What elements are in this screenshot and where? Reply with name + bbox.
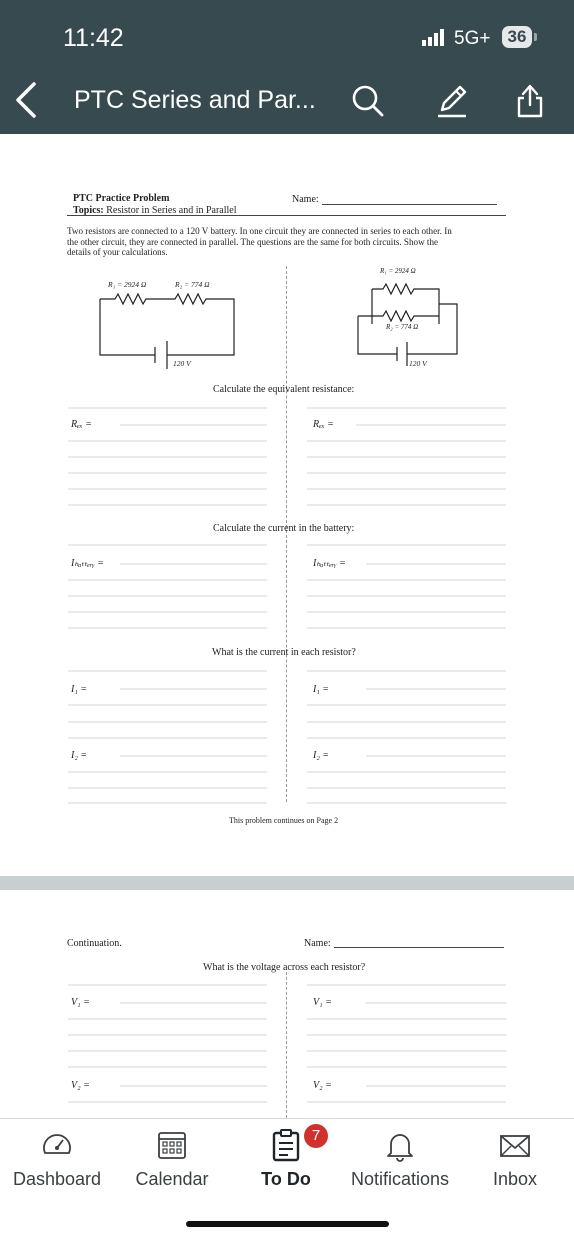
todo-count-badge: 7 <box>304 1124 328 1148</box>
tab-label-inbox: Inbox <box>492 1169 538 1189</box>
mail-icon <box>500 1135 530 1157</box>
status-time: 11:42 <box>63 24 124 52</box>
page2-name-blank <box>334 947 504 948</box>
battery-level: 36 <box>502 26 532 48</box>
tab-label-dashboard: Dashboard <box>12 1169 102 1189</box>
answer-rules-page2 <box>68 984 506 1103</box>
question-resistor-current: What is the current in each resistor? <box>212 647 356 658</box>
tab-dashboard[interactable]: Dashboard <box>0 1119 114 1209</box>
todo-icon <box>272 1129 300 1162</box>
back-icon[interactable] <box>8 78 44 122</box>
tab-calendar[interactable]: Calendar <box>115 1119 229 1209</box>
annotate-pencil-icon[interactable] <box>432 80 472 120</box>
battery-tip <box>534 33 537 41</box>
tab-notifications[interactable]: Notifications <box>343 1119 457 1209</box>
dashboard-icon <box>43 1134 71 1154</box>
tab-label-todo: To Do <box>261 1169 311 1189</box>
page2-name-label: Name: <box>304 938 331 949</box>
ibattery-right-label: Iₕₐₜₜₑᵣᵧ = <box>313 558 346 569</box>
page-separator <box>0 876 574 890</box>
share-icon[interactable] <box>510 80 550 120</box>
tab-label-notifications: Notifications <box>350 1169 450 1189</box>
search-icon[interactable] <box>348 80 388 120</box>
calendar-icon <box>158 1132 186 1159</box>
question-battery-current: Calculate the current in the battery: <box>213 523 355 534</box>
document-title: PTC Series and Par... <box>74 86 316 114</box>
top-bar: 11:42 5G+ 36 PTC Series and Par... <box>0 0 574 134</box>
i1-left-label: I₁ = <box>71 684 88 695</box>
network-type: 5G+ <box>454 28 491 49</box>
tab-inbox[interactable]: Inbox <box>458 1119 572 1209</box>
bell-icon <box>387 1134 413 1162</box>
ibattery-left-label: Iₕₐₜₜₑᵣᵧ = <box>71 558 104 569</box>
question-resistor-voltage: What is the voltage across each resistor… <box>203 962 366 973</box>
i2-right-label: I₂ = <box>313 750 330 761</box>
signal-icon <box>422 29 444 46</box>
continuation-label: Continuation. <box>67 938 122 949</box>
i1-right-label: I₁ = <box>313 684 330 695</box>
page-footer-note: This problem continues on Page 2 <box>229 816 339 825</box>
home-indicator[interactable] <box>186 1221 389 1227</box>
document-viewer[interactable]: PTC Practice Problem Topics: Resistor in… <box>0 134 574 1118</box>
tab-label-calendar: Calendar <box>135 1169 209 1189</box>
i2-left-label: I₂ = <box>71 750 88 761</box>
